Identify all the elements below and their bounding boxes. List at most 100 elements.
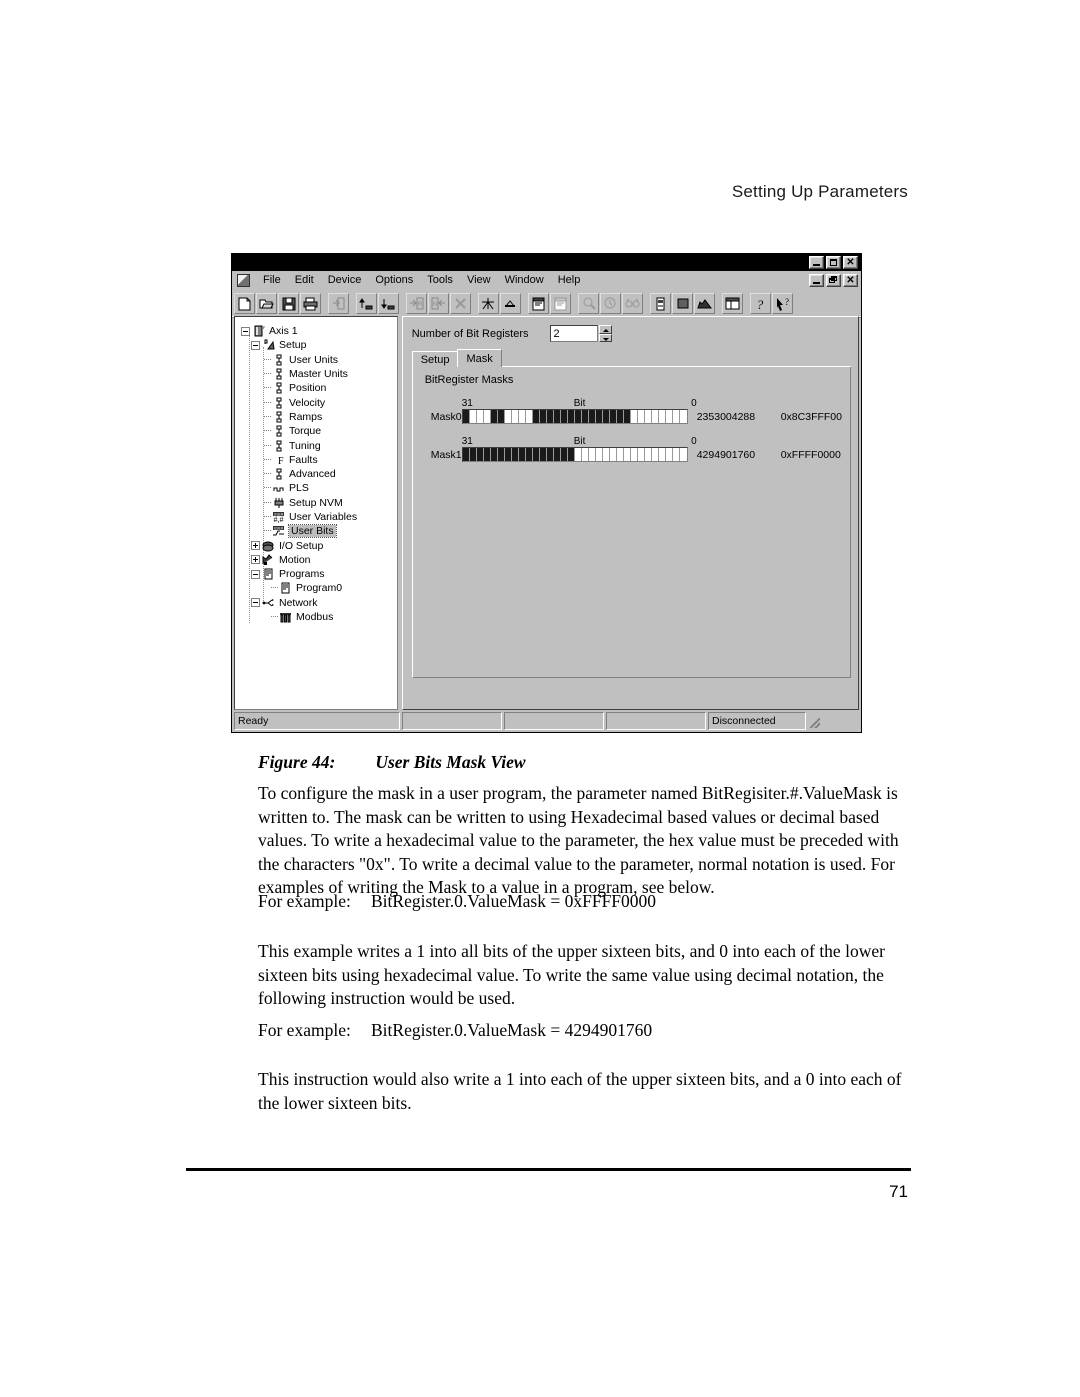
mask-bit-cell[interactable] — [602, 410, 610, 423]
mask-bit-cell[interactable] — [574, 410, 582, 423]
download-arrow-icon[interactable] — [378, 293, 399, 314]
mask-bit-cell[interactable] — [588, 448, 596, 461]
mask-bit-cell[interactable] — [623, 448, 631, 461]
mask-bit-cell[interactable] — [658, 410, 666, 423]
mask-bit-cell[interactable] — [581, 410, 589, 423]
mask-bit-cell[interactable] — [665, 410, 673, 423]
mask-bit-cell[interactable] — [630, 448, 638, 461]
number-of-bit-registers-spinner[interactable] — [599, 325, 613, 342]
mask-bit-cell[interactable] — [483, 448, 491, 461]
tree-node-torque[interactable]: Torque — [241, 424, 397, 438]
mask-bit-cell[interactable] — [581, 448, 589, 461]
mask-bit-cell[interactable] — [504, 410, 512, 423]
tree-node-position[interactable]: Position — [241, 381, 397, 395]
mask-bit-cell[interactable] — [644, 410, 652, 423]
print-icon[interactable] — [300, 293, 321, 314]
mask-bit-grid[interactable] — [461, 447, 688, 462]
menu-item-options[interactable]: Options — [368, 273, 420, 287]
mask-bit-cell[interactable] — [574, 448, 582, 461]
upload-arrow-icon[interactable] — [356, 293, 377, 314]
download-to-device-icon[interactable] — [328, 293, 349, 314]
mask-bit-cell[interactable] — [462, 410, 470, 423]
mask-bit-cell[interactable] — [651, 410, 659, 423]
spinner-up-icon[interactable] — [599, 325, 613, 334]
mask-bit-cell[interactable] — [476, 410, 484, 423]
number-of-bit-registers-input[interactable] — [550, 325, 599, 342]
motor-icon[interactable] — [650, 293, 671, 314]
tab-mask[interactable]: Mask — [457, 349, 502, 367]
cancel-x-icon[interactable] — [450, 293, 471, 314]
mask-bit-cell[interactable] — [658, 448, 666, 461]
mask-bit-cell[interactable] — [560, 410, 568, 423]
mdi-close-button[interactable]: ✕ — [843, 273, 858, 287]
tree-node-motion[interactable]: Motion — [241, 553, 397, 567]
mask-bit-cell[interactable] — [651, 448, 659, 461]
tree-node-modbus[interactable]: Modbus — [241, 610, 397, 624]
close-button[interactable]: ✕ — [843, 256, 858, 269]
copy-parameters-icon[interactable] — [528, 293, 549, 314]
find-icon[interactable] — [622, 293, 643, 314]
expander-minus-icon[interactable] — [251, 340, 260, 350]
new-document-icon[interactable] — [234, 293, 255, 314]
save-disk-icon[interactable] — [278, 293, 299, 314]
tree-node-programs[interactable]: Programs — [241, 567, 397, 581]
mask-bit-cell[interactable] — [490, 448, 498, 461]
mask-bit-cell[interactable] — [532, 410, 540, 423]
mask-bit-cell[interactable] — [546, 410, 554, 423]
mask-bit-cell[interactable] — [672, 448, 680, 461]
mask-bit-cell[interactable] — [560, 448, 568, 461]
zoom-icon[interactable] — [578, 293, 599, 314]
tree-node-tuning[interactable]: Tuning — [241, 438, 397, 452]
spinner-down-icon[interactable] — [599, 333, 613, 342]
mask-bit-grid[interactable] — [461, 409, 688, 424]
tree-node-pls[interactable]: PLS — [241, 481, 397, 495]
mask-bit-cell[interactable] — [497, 410, 505, 423]
mdi-minimize-button[interactable] — [809, 273, 824, 287]
mask-bit-cell[interactable] — [595, 410, 603, 423]
device-tree-pane[interactable]: F Axis 1 Setup User Units — [234, 316, 399, 710]
mask-bit-cell[interactable] — [532, 448, 540, 461]
mask-bit-cell[interactable] — [504, 448, 512, 461]
tree-node-ramps[interactable]: Ramps — [241, 410, 397, 424]
mdi-restore-button[interactable] — [826, 273, 841, 287]
mask-bit-cell[interactable] — [525, 448, 533, 461]
menu-item-edit[interactable]: Edit — [288, 273, 321, 287]
expander-minus-icon[interactable] — [251, 598, 260, 608]
watch-icon[interactable] — [600, 293, 621, 314]
paste-parameters-icon[interactable] — [550, 293, 571, 314]
expand-tree-icon[interactable] — [478, 293, 499, 314]
mask-bit-cell[interactable] — [497, 448, 505, 461]
mask-bit-cell[interactable] — [518, 448, 526, 461]
context-help-icon[interactable]: ? — [772, 293, 793, 314]
mask-bit-cell[interactable] — [637, 448, 645, 461]
maximize-button[interactable] — [826, 256, 841, 269]
help-icon[interactable]: ? — [750, 293, 771, 314]
mask-bit-cell[interactable] — [616, 410, 624, 423]
expander-minus-icon[interactable] — [241, 326, 250, 336]
mask-bit-cell[interactable] — [602, 448, 610, 461]
mask-bit-cell[interactable] — [616, 448, 624, 461]
tree-node-network[interactable]: Network — [241, 596, 397, 610]
tree-node-user-bits[interactable]: USER User Bits — [241, 524, 397, 539]
mask-bit-cell[interactable] — [476, 448, 484, 461]
mask-bit-cell[interactable] — [637, 410, 645, 423]
menu-item-file[interactable]: File — [256, 273, 288, 287]
mask-bit-cell[interactable] — [511, 448, 519, 461]
resize-grip-icon[interactable] — [808, 712, 822, 730]
mask-bit-cell[interactable] — [469, 448, 477, 461]
expander-plus-icon[interactable] — [251, 555, 260, 565]
mask-bit-cell[interactable] — [623, 410, 631, 423]
open-folder-icon[interactable] — [256, 293, 277, 314]
menu-item-device[interactable]: Device — [321, 273, 369, 287]
mask-bit-cell[interactable] — [630, 410, 638, 423]
menu-item-help[interactable]: Help — [551, 273, 588, 287]
mask-bit-cell[interactable] — [483, 410, 491, 423]
mask-bit-cell[interactable] — [518, 410, 526, 423]
collapse-tree-icon[interactable] — [500, 293, 521, 314]
tree-node-master-units[interactable]: Master Units — [241, 367, 397, 381]
from-nvm-icon[interactable]: N — [428, 293, 449, 314]
tree-node-user-units[interactable]: User Units — [241, 353, 397, 367]
window-layout-icon[interactable] — [722, 293, 743, 314]
menu-item-tools[interactable]: Tools — [420, 273, 460, 287]
mask-bit-cell[interactable] — [469, 410, 477, 423]
